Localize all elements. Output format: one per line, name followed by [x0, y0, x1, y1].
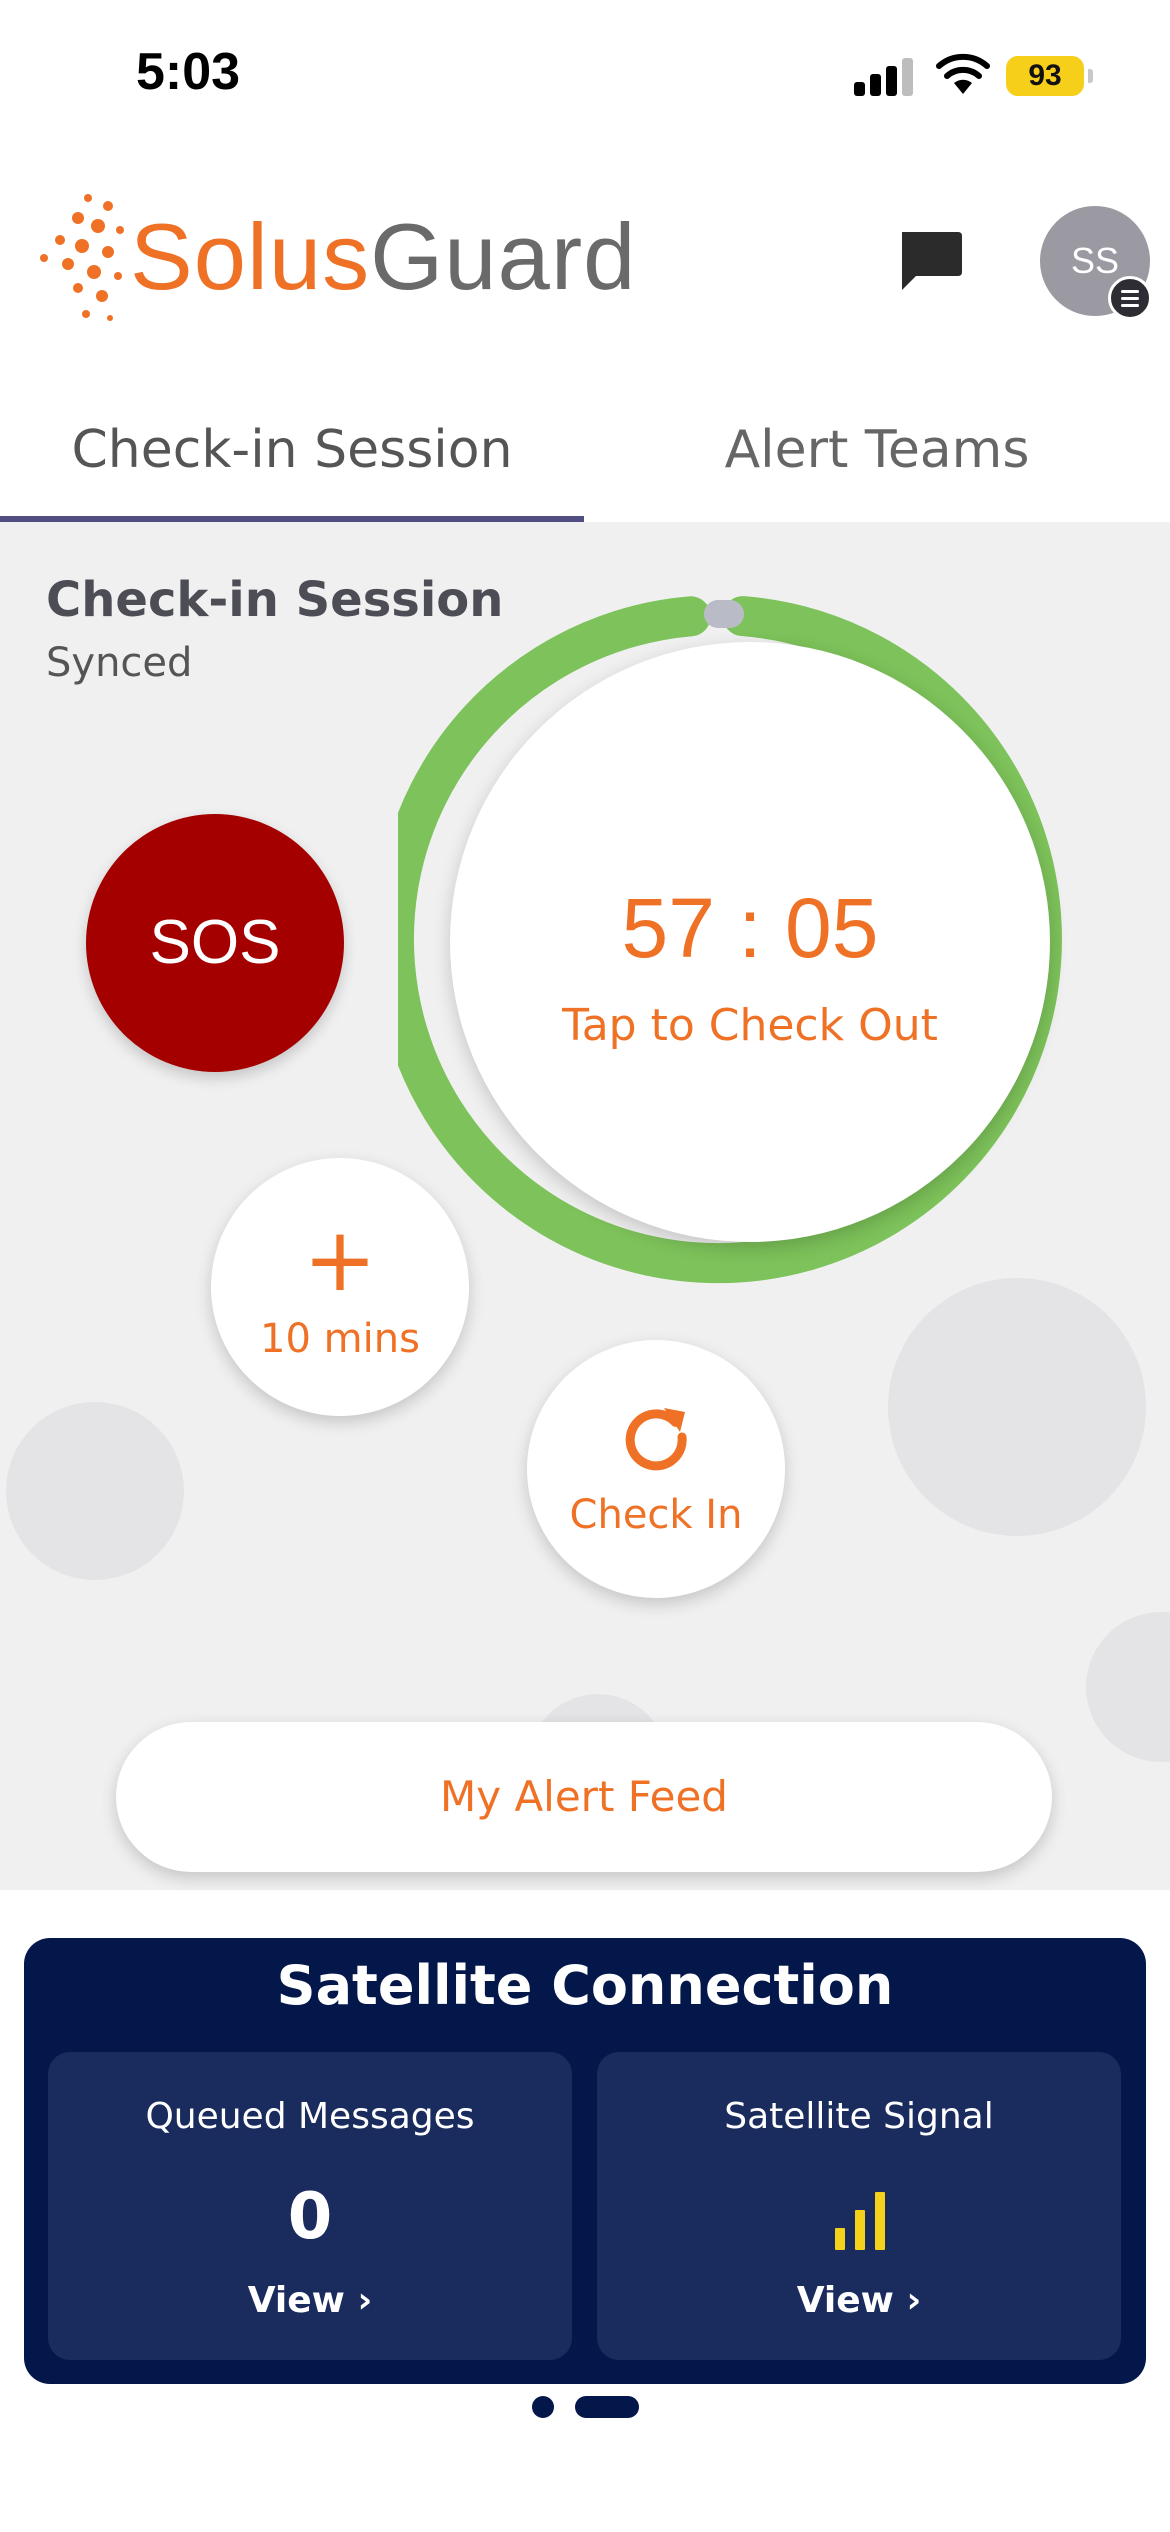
check-out-hint: Tap to Check Out: [562, 1000, 938, 1051]
satellite-signal-icon: [835, 2190, 885, 2250]
add-time-button[interactable]: + 10 mins: [211, 1158, 469, 1416]
queued-messages-card: Queued Messages 0 View ›: [48, 2052, 572, 2360]
tab-alert-teams[interactable]: Alert Teams: [584, 410, 1170, 520]
battery-icon: 93: [1006, 56, 1093, 96]
logo-dots-icon: [40, 194, 124, 321]
countdown-timer: 57 : 05: [621, 881, 879, 975]
satellite-signal-label: Satellite Signal: [724, 2096, 994, 2137]
queued-messages-count: 0: [287, 2180, 333, 2254]
alert-feed-button[interactable]: My Alert Feed: [116, 1722, 1052, 1872]
add-time-label: 10 mins: [260, 1316, 420, 1362]
tab-check-in-session[interactable]: Check-in Session: [0, 410, 584, 520]
sync-status: Synced: [46, 640, 193, 686]
satellite-title: Satellite Connection: [276, 1954, 894, 2017]
battery-level: 93: [1028, 59, 1062, 92]
sos-button[interactable]: SOS: [86, 814, 344, 1072]
check-in-label: Check In: [569, 1492, 743, 1538]
chat-icon[interactable]: [896, 228, 964, 294]
menu-icon[interactable]: [1108, 276, 1152, 320]
status-time: 5:03: [136, 43, 241, 101]
queued-messages-label: Queued Messages: [145, 2096, 475, 2137]
brand-name-part2: Guard: [370, 204, 637, 309]
view-satellite-signal-link[interactable]: View ›: [597, 2280, 1121, 2321]
satellite-signal-card: Satellite Signal View ›: [597, 2052, 1121, 2360]
page-indicator-1[interactable]: [532, 2396, 554, 2418]
brand-logo: SolusGuard: [130, 202, 636, 312]
cellular-signal-icon: [854, 56, 914, 96]
brand-name-part1: Solus: [130, 204, 371, 309]
view-queued-messages-link[interactable]: View ›: [48, 2280, 572, 2321]
plus-icon: +: [303, 1208, 377, 1311]
refresh-icon: [625, 1408, 687, 1471]
check-in-button[interactable]: Check In: [527, 1340, 785, 1598]
wifi-icon: [936, 53, 990, 94]
page-indicator-2[interactable]: [575, 2396, 639, 2418]
